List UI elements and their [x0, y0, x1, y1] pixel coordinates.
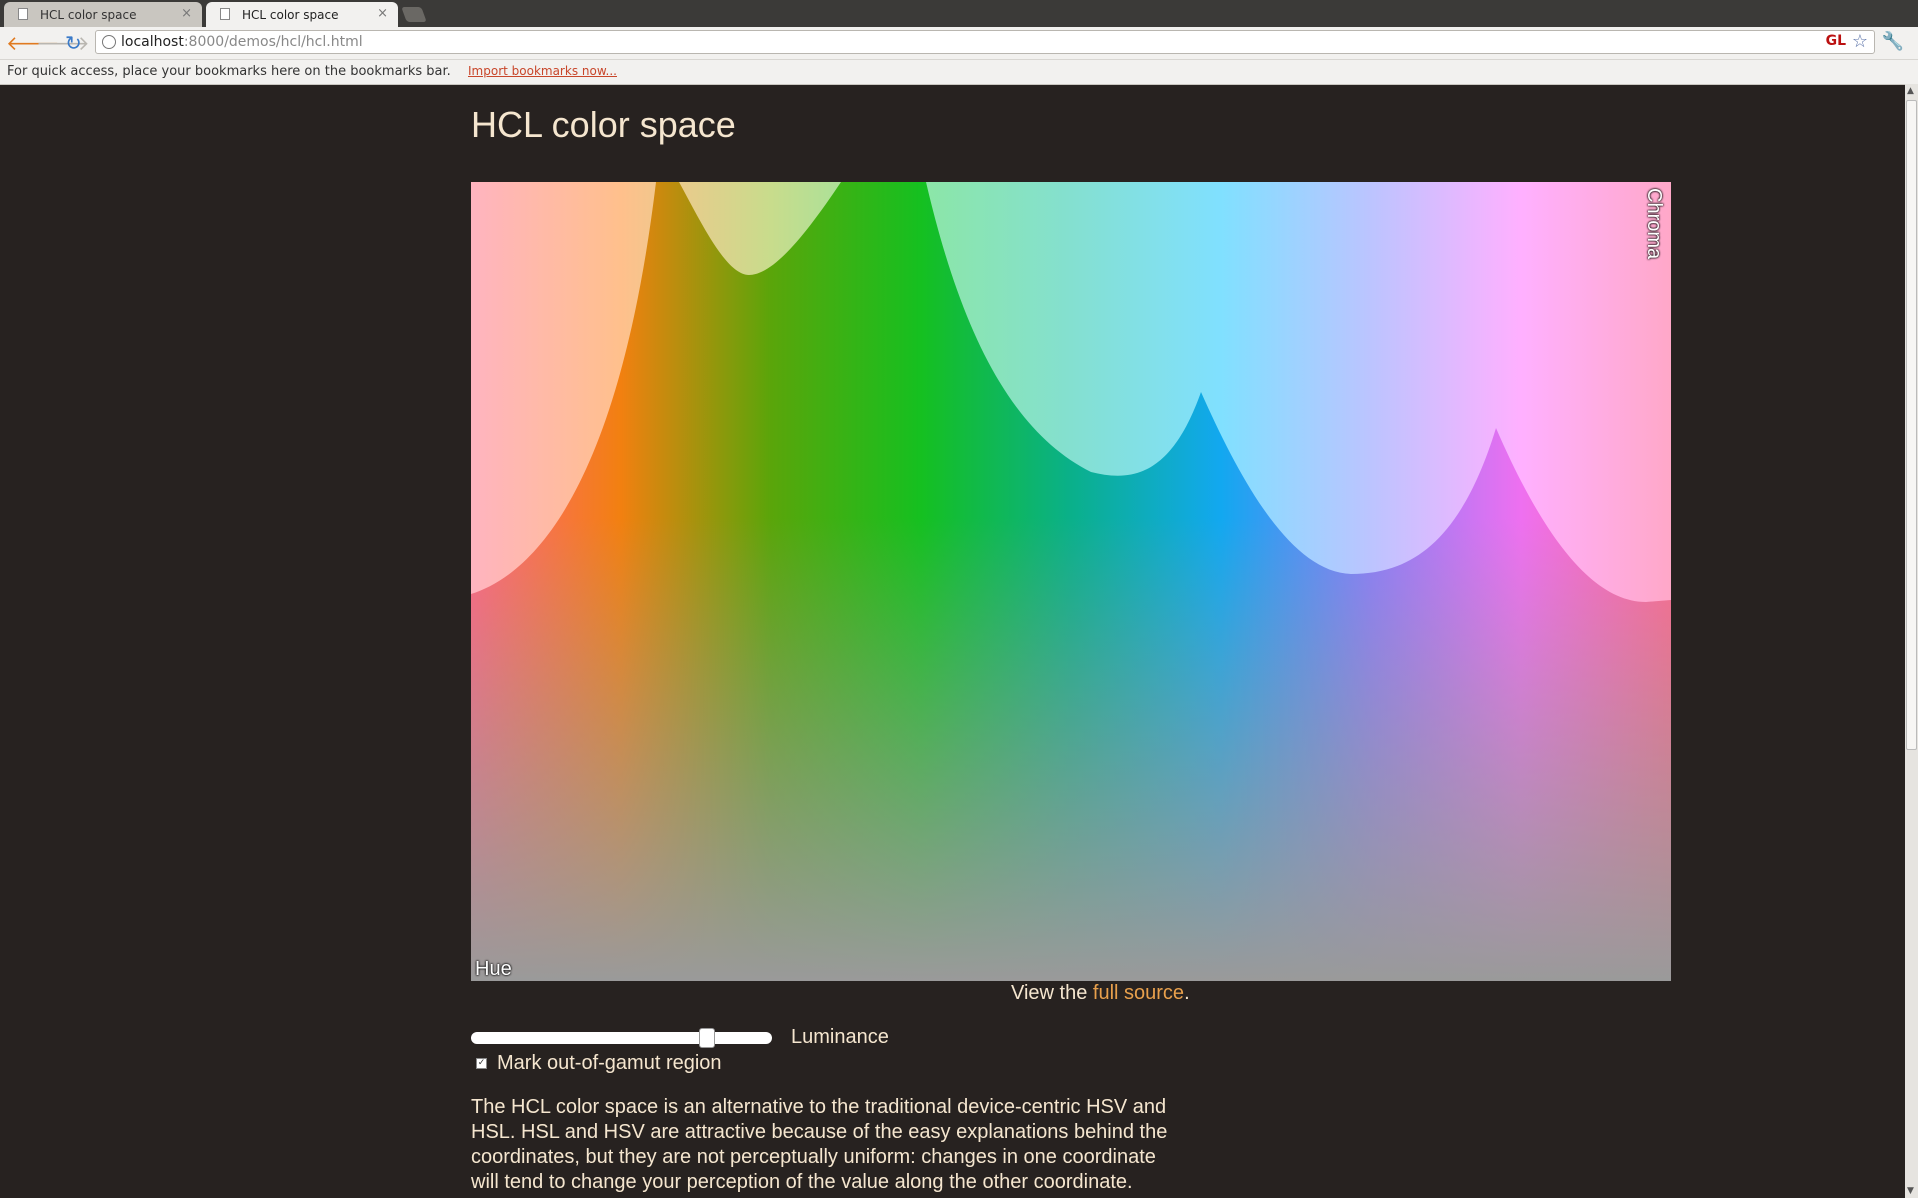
address-bar[interactable]: localhost:8000/demos/hcl/hcl.html GL ☆ [95, 30, 1875, 54]
import-bookmarks-link[interactable]: Import bookmarks now... [468, 64, 617, 78]
page-title: HCL color space [471, 104, 736, 145]
source-line: View the full source. [1011, 982, 1190, 1004]
tab-label: HCL color space [40, 8, 137, 22]
description-paragraph: The HCL color space is an alternative to… [471, 1096, 1168, 1193]
close-icon[interactable]: × [181, 6, 192, 21]
full-source-link[interactable]: full source [1093, 982, 1184, 1004]
scroll-up-icon[interactable]: ▲ [1907, 86, 1914, 96]
tab-hcl-1[interactable]: HCL color space × [4, 2, 202, 27]
new-tab-button[interactable] [401, 7, 427, 22]
chroma-axis-label: Chroma [1643, 188, 1665, 260]
star-icon[interactable]: ☆ [1852, 31, 1868, 52]
vertical-scrollbar[interactable]: ▲ ▼ [1905, 84, 1918, 1198]
tab-label: HCL color space [242, 8, 339, 22]
hcl-plot[interactable] [471, 182, 1671, 981]
url-text: localhost:8000/demos/hcl/hcl.html [121, 34, 363, 50]
close-icon[interactable]: × [377, 6, 388, 21]
hue-axis-label: Hue [475, 958, 512, 980]
wrench-icon[interactable]: 🔧 [1882, 31, 1904, 52]
gl-icon[interactable]: GL [1826, 33, 1846, 49]
globe-icon [102, 35, 116, 49]
gamut-checkbox[interactable]: ✓ [476, 1058, 487, 1069]
luminance-slider[interactable] [471, 1028, 772, 1048]
luminance-slider-thumb[interactable] [699, 1028, 715, 1048]
tab-strip: HCL color space × HCL color space × [0, 0, 1918, 27]
bookmarks-bar: For quick access, place your bookmarks h… [0, 60, 1918, 85]
browser-toolbar: 🡐 🡒 ↻ localhost:8000/demos/hcl/hcl.html … [0, 27, 1918, 60]
luminance-label: Luminance [791, 1026, 889, 1048]
gamut-label: Mark out-of-gamut region [497, 1052, 722, 1074]
scroll-down-icon[interactable]: ▼ [1907, 1186, 1914, 1196]
scroll-thumb[interactable] [1906, 100, 1917, 750]
tab-hcl-2[interactable]: HCL color space × [206, 2, 398, 27]
reload-icon[interactable]: ↻ [65, 32, 82, 54]
page-icon [220, 8, 230, 20]
bookmarks-message: For quick access, place your bookmarks h… [7, 64, 451, 79]
page-icon [18, 8, 28, 20]
hcl-chart[interactable]: Hue Chroma [471, 182, 1671, 981]
